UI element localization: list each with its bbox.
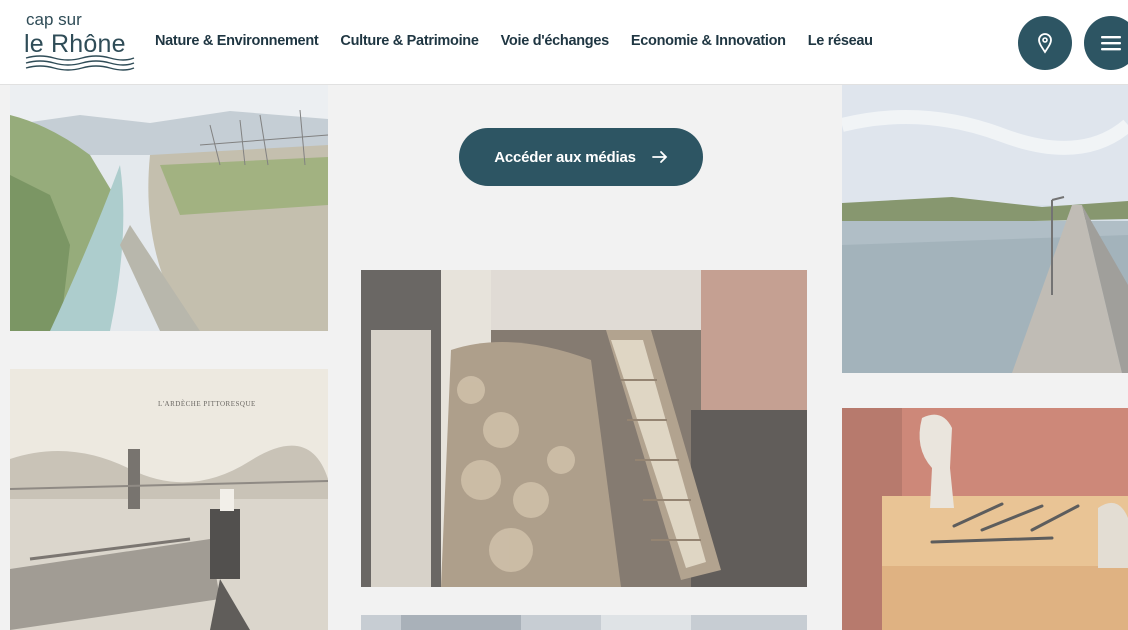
photo-overlay <box>842 85 1128 373</box>
access-media-button[interactable]: Accéder aux médias <box>459 128 703 186</box>
map-pin-icon <box>1038 33 1052 54</box>
photo-vintage-postcard[interactable]: L'ARDÈCHE PITTORESQUE <box>10 369 328 630</box>
photo-museum-artifacts[interactable] <box>842 408 1128 630</box>
map-button[interactable] <box>1018 16 1072 70</box>
nav-item-nature-environnement[interactable]: Nature & Environnement <box>155 33 319 49</box>
photo-overlay <box>10 85 328 331</box>
photo-river-lock[interactable] <box>842 85 1128 373</box>
menu-button[interactable] <box>1084 16 1128 70</box>
logo-line-1: cap sur <box>26 10 82 29</box>
photo-river-gorge[interactable] <box>10 85 328 331</box>
arrow-right-icon <box>651 151 668 163</box>
access-media-label: Accéder aux médias <box>494 148 636 166</box>
logo-waves-icon <box>25 55 135 71</box>
nav-item-le-reseau[interactable]: Le réseau <box>808 33 873 49</box>
main-navigation: Nature & Environnement Culture & Patrimo… <box>155 33 873 49</box>
photo-overlay <box>842 408 1128 630</box>
photo-museum-boat[interactable] <box>361 270 807 587</box>
nav-item-culture-patrimoine[interactable]: Culture & Patrimoine <box>340 33 479 49</box>
site-header: cap sur le Rhône Nature & Environnement … <box>0 0 1128 85</box>
site-logo[interactable]: cap sur le Rhône <box>24 10 136 74</box>
photo-overlay <box>10 369 328 630</box>
hamburger-menu-icon <box>1101 36 1121 51</box>
partial-image <box>361 615 807 630</box>
photo-overlay <box>361 270 807 587</box>
photo-partial-bottom[interactable] <box>361 615 807 630</box>
nav-item-economie-innovation[interactable]: Economie & Innovation <box>631 33 786 49</box>
nav-item-voie-echanges[interactable]: Voie d'échanges <box>501 33 610 49</box>
